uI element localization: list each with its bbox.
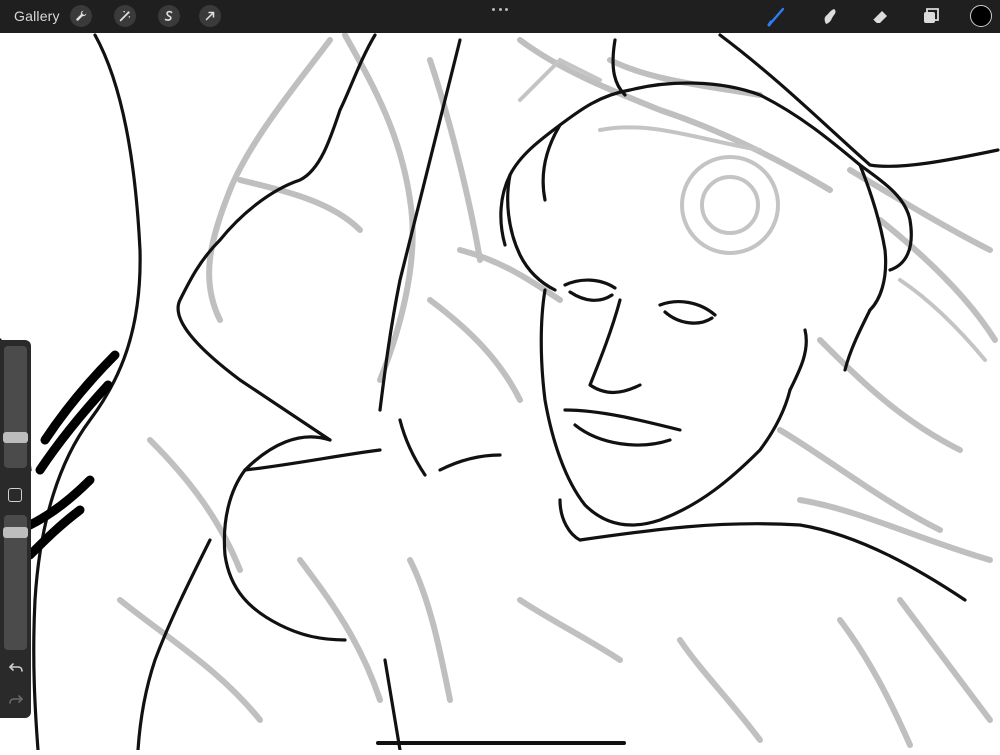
more-options-icon[interactable] (492, 6, 508, 12)
brush-icon[interactable] (766, 5, 788, 27)
brush-icon-glyph (767, 7, 785, 27)
wrench-icon[interactable] (70, 5, 92, 27)
color-picker-swatch[interactable] (970, 5, 992, 27)
undo-icon-glyph (8, 662, 23, 672)
magic-wand-icon[interactable] (114, 5, 136, 27)
modify-button[interactable] (8, 488, 22, 502)
eraser-icon-glyph (872, 11, 887, 25)
selection-s-icon-glyph (164, 10, 173, 21)
gallery-button[interactable]: Gallery (14, 8, 60, 24)
arrow-cursor-icon-glyph (205, 11, 215, 21)
more-dot (498, 7, 502, 11)
eraser-icon[interactable] (869, 5, 891, 27)
opacity-thumb[interactable] (3, 527, 28, 538)
sketch-artwork (0, 32, 1000, 752)
more-dot (505, 7, 508, 11)
home-indicator (376, 741, 626, 745)
redo-icon-glyph (8, 694, 23, 704)
brush-size-slider[interactable] (4, 346, 27, 468)
layers-icon-glyph (924, 8, 939, 23)
arrow-cursor-icon[interactable] (199, 5, 221, 27)
brush-size-thumb[interactable] (3, 432, 28, 443)
wrench-icon-glyph (76, 10, 87, 21)
selection-s-icon[interactable] (158, 5, 180, 27)
redo-icon[interactable] (7, 690, 24, 707)
magic-wand-icon-glyph (119, 10, 131, 22)
smudge-icon-glyph (824, 9, 836, 24)
smudge-icon[interactable] (818, 5, 840, 27)
top-toolbar: Gallery (0, 0, 1000, 33)
drawing-canvas[interactable] (0, 0, 1000, 752)
side-toolbar (0, 340, 31, 718)
more-dot (492, 7, 495, 11)
undo-icon[interactable] (7, 658, 24, 675)
layers-icon[interactable] (920, 5, 942, 27)
